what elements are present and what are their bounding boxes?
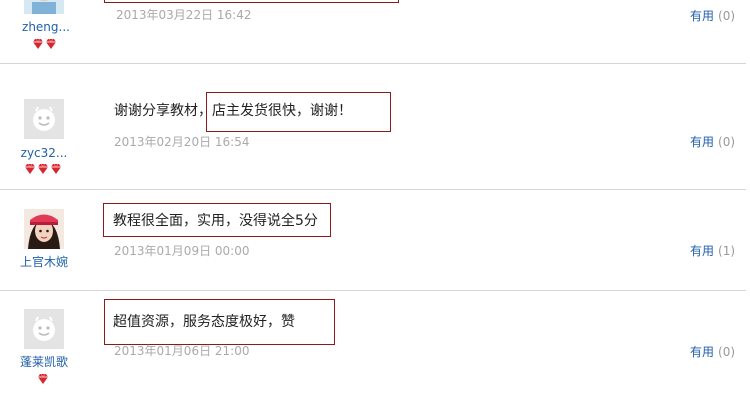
avatar[interactable] [24,0,64,14]
avatar[interactable] [24,99,64,139]
username[interactable]: zyc32... [4,146,84,160]
review-time: 2013年03月22日 16:42 [116,8,252,22]
gem-icon [25,163,35,174]
review-content: 店主发货很快，谢谢！ [212,103,352,119]
avatar[interactable] [24,209,64,249]
gem-icon [46,38,56,49]
gem-icon [51,163,61,174]
useful-button[interactable]: 有用 (0) [690,135,735,149]
review-time: 2013年02月20日 16:54 [114,135,250,149]
default-avatar-icon [24,309,64,349]
avatar[interactable] [24,309,64,349]
username[interactable]: zheng... [6,20,86,34]
user-photo-icon [24,0,64,14]
useful-label[interactable]: 有用 [690,135,714,149]
review-content-box [104,0,399,3]
review-time: 2013年01月06日 21:00 [114,344,250,358]
default-avatar-icon [24,99,64,139]
review-separator [0,63,746,64]
useful-count: (0) [718,9,736,23]
review-content: 教程很全面，实用，没得说全5分 [113,213,318,229]
user-level-gems [24,163,62,175]
user-level-gems [37,373,49,385]
useful-count: (0) [718,135,736,149]
gem-icon [33,38,43,49]
useful-count: (1) [718,244,736,258]
useful-button[interactable]: 有用 (0) [690,9,735,23]
useful-count: (0) [718,345,736,359]
username[interactable]: 蓬莱凯歌 [4,355,84,369]
useful-label[interactable]: 有用 [690,345,714,359]
useful-label[interactable]: 有用 [690,244,714,258]
review-separator [0,189,746,190]
user-level-gems [32,38,57,50]
username[interactable]: 上官木婉 [4,255,84,269]
gem-icon [38,163,48,174]
useful-button[interactable]: 有用 (1) [690,244,735,258]
useful-label[interactable]: 有用 [690,9,714,23]
review-content-prefix: 谢谢分享教材， [114,103,212,119]
review-content: 超值资源，服务态度极好，赞 [113,314,295,330]
review-time: 2013年01月09日 00:00 [114,244,250,258]
user-photo-icon [24,209,64,249]
useful-button[interactable]: 有用 (0) [690,345,735,359]
review-separator [0,290,746,291]
gem-icon [38,373,48,384]
